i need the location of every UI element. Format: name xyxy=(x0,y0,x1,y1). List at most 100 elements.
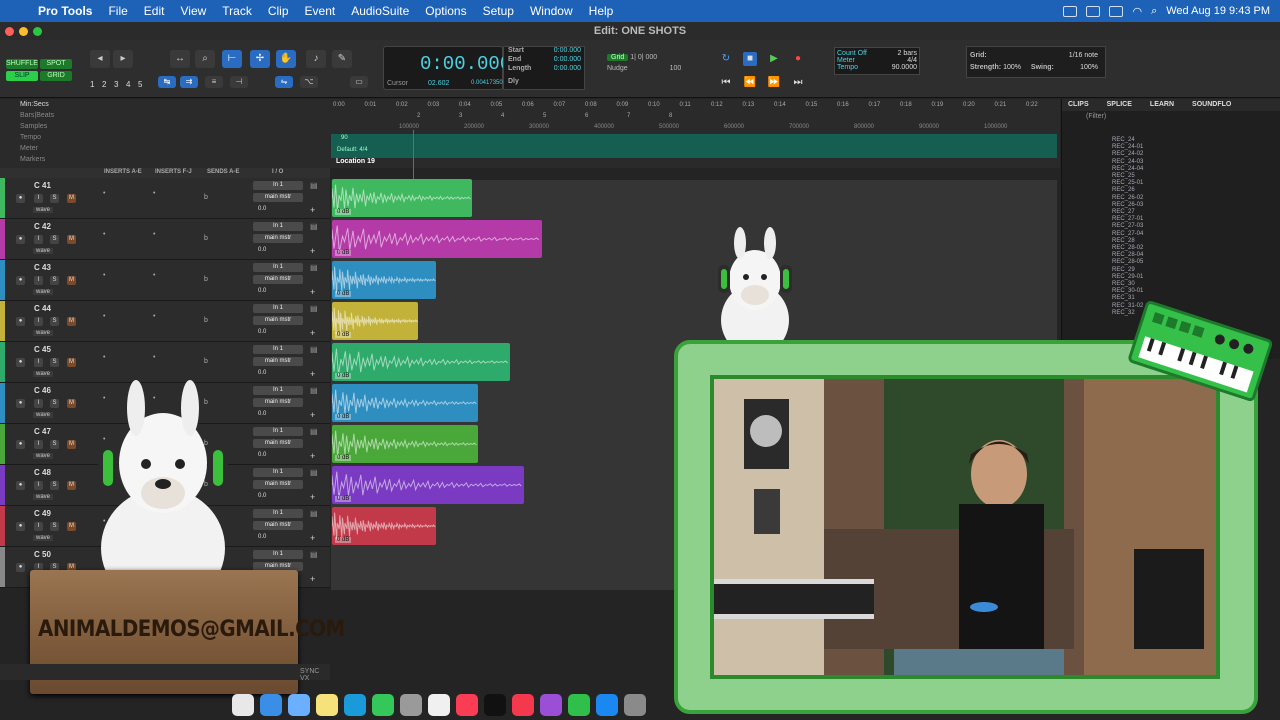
clip-list-item[interactable]: REC_26-03 xyxy=(1112,202,1143,209)
add-playlist-icon[interactable]: + xyxy=(310,328,315,338)
tab-soundflo[interactable]: SOUNDFLO xyxy=(1192,101,1231,109)
menu-audiosuite[interactable]: AudioSuite xyxy=(343,4,417,18)
input-monitor-button[interactable]: I xyxy=(34,440,43,449)
solo-button[interactable]: S xyxy=(50,194,59,203)
track-options-icon[interactable]: ▤ xyxy=(310,427,318,436)
news-dock-icon[interactable] xyxy=(512,694,534,716)
tab-clips[interactable]: CLIPS xyxy=(1068,101,1089,109)
mute-button[interactable]: M xyxy=(67,235,76,244)
input-selector[interactable]: In 1 xyxy=(253,263,303,272)
track-view-selector[interactable]: wave xyxy=(33,207,54,213)
zoom-preset-2[interactable]: 2 xyxy=(102,80,106,89)
add-playlist-icon[interactable]: + xyxy=(310,574,315,584)
grid-mode-button[interactable]: GRID xyxy=(40,71,72,81)
solo-button[interactable]: S xyxy=(50,235,59,244)
clip-gain-label[interactable]: 0 dB xyxy=(335,373,352,379)
groups-icon[interactable]: ▭ xyxy=(350,76,368,88)
track-row[interactable]: C 43 ● I S M wave • • b In 1 main mstr 0… xyxy=(0,260,330,301)
solo-button[interactable]: S xyxy=(50,317,59,326)
input-selector[interactable]: In 1 xyxy=(253,386,303,395)
input-monitor-button[interactable]: I xyxy=(34,317,43,326)
track-view-selector[interactable]: wave xyxy=(33,371,54,377)
clip-list-item[interactable]: REC_27 xyxy=(1112,209,1135,216)
input-selector[interactable]: In 1 xyxy=(253,345,303,354)
length-value[interactable]: 0:00.000 xyxy=(554,65,581,72)
meter-ruler-value[interactable]: Default: 4/4 xyxy=(337,147,368,153)
audio-clip[interactable]: 0 dB xyxy=(332,384,478,422)
record-enable-button[interactable]: ● xyxy=(16,194,25,203)
clip-list-item[interactable]: REC_27-04 xyxy=(1112,231,1143,238)
loop-icon[interactable]: ↻ xyxy=(719,52,733,66)
menu-clip[interactable]: Clip xyxy=(260,4,297,18)
input-monitor-button[interactable]: I xyxy=(34,235,43,244)
grid-label[interactable]: Grid xyxy=(607,54,629,61)
audio-clip[interactable]: 0 dB xyxy=(332,302,418,340)
clip-list-item[interactable]: REC_29 xyxy=(1112,267,1135,274)
tempo-value[interactable]: 90.0000 xyxy=(892,64,917,71)
record-enable-button[interactable]: ● xyxy=(16,563,25,572)
slip-mode-button[interactable]: SLIP xyxy=(6,71,38,81)
tempo-ruler-value[interactable]: 90 xyxy=(341,135,348,141)
ruler-bars-beats[interactable]: Bars|Beats xyxy=(20,112,54,119)
track-name[interactable]: C 47 xyxy=(34,427,51,436)
clip-list-item[interactable]: REC_28-05 xyxy=(1112,259,1143,266)
clip-list-item[interactable]: REC_26 xyxy=(1112,187,1135,194)
magnifier-tool-icon[interactable]: ⌕ xyxy=(195,50,215,68)
clip-list-item[interactable]: REC_24-03 xyxy=(1112,159,1143,166)
insert-slot-fj[interactable]: • xyxy=(153,354,155,361)
audio-clip[interactable]: 0 dB xyxy=(332,466,524,504)
selector-tool-icon[interactable]: ✢ xyxy=(250,50,270,68)
menu-options[interactable]: Options xyxy=(417,4,474,18)
zoom-window-icon[interactable] xyxy=(33,27,42,36)
insert-slot[interactable]: • xyxy=(103,190,105,197)
track-view-selector[interactable]: wave xyxy=(33,453,54,459)
end-value[interactable]: 0:00.000 xyxy=(554,56,581,63)
control-center-icon[interactable] xyxy=(1063,5,1078,17)
clip-list-item[interactable]: REC_28 xyxy=(1112,238,1135,245)
clip-gain-label[interactable]: 0 dB xyxy=(335,414,352,420)
link-timeline-icon[interactable]: ⇉ xyxy=(180,76,198,88)
insert-slot[interactable]: • xyxy=(103,313,105,320)
rewind-icon[interactable]: ⏪ xyxy=(743,76,757,90)
input-selector[interactable]: In 1 xyxy=(253,550,303,559)
menu-help[interactable]: Help xyxy=(581,4,622,18)
go-to-end-icon[interactable]: ⏭ xyxy=(791,76,805,90)
spot-mode-button[interactable]: SPOT xyxy=(40,59,72,69)
output-selector[interactable]: main mstr xyxy=(253,275,303,284)
grid-note-value[interactable]: 1/16 note xyxy=(1069,50,1098,62)
record-enable-button[interactable]: ● xyxy=(16,522,25,531)
sync-vx-label[interactable]: SYNC VX xyxy=(300,668,330,682)
track-options-icon[interactable]: ▤ xyxy=(310,222,318,231)
track-view-selector[interactable]: wave xyxy=(33,535,54,541)
solo-button[interactable]: S xyxy=(50,399,59,408)
track-options-icon[interactable]: ▤ xyxy=(310,263,318,272)
menu-edit[interactable]: Edit xyxy=(136,4,173,18)
add-playlist-icon[interactable]: + xyxy=(310,287,315,297)
meter-value[interactable]: 4/4 xyxy=(907,57,917,64)
track-name[interactable]: C 43 xyxy=(34,263,51,272)
input-monitor-button[interactable]: I xyxy=(34,194,43,203)
input-selector[interactable]: In 1 xyxy=(253,427,303,436)
volume-value[interactable]: 0.0 xyxy=(258,534,266,540)
mute-button[interactable]: M xyxy=(67,276,76,285)
tab-splice[interactable]: SPLICE xyxy=(1107,101,1132,109)
track-view-selector[interactable]: wave xyxy=(33,412,54,418)
zoom-preset-5[interactable]: 5 xyxy=(138,80,142,89)
count-off-bars[interactable]: 2 bars xyxy=(898,50,917,57)
count-off-label[interactable]: Count Off xyxy=(837,50,867,57)
facetime-dock-icon[interactable] xyxy=(372,694,394,716)
clock[interactable]: Wed Aug 19 9:43 PM xyxy=(1166,5,1270,17)
clip-gain-label[interactable]: 0 dB xyxy=(335,250,352,256)
track-options-icon[interactable]: ▤ xyxy=(310,509,318,518)
selection-indicators[interactable]: Start 0:00.000 End 0:00.000 Length 0:00.000… xyxy=(503,46,585,90)
clips-filter-input[interactable]: (Filter) xyxy=(1062,111,1280,125)
safari-dock-icon[interactable] xyxy=(288,694,310,716)
mute-button[interactable]: M xyxy=(67,481,76,490)
audio-clip[interactable]: 0 dB xyxy=(332,261,436,299)
ruler-samples[interactable]: Samples xyxy=(20,123,47,130)
volume-value[interactable]: 0.0 xyxy=(258,329,266,335)
app-menu[interactable]: Pro Tools xyxy=(30,4,100,18)
clip-list-item[interactable]: REC_26-02 xyxy=(1112,195,1143,202)
insert-slot-fj[interactable]: • xyxy=(153,190,155,197)
output-selector[interactable]: main mstr xyxy=(253,193,303,202)
